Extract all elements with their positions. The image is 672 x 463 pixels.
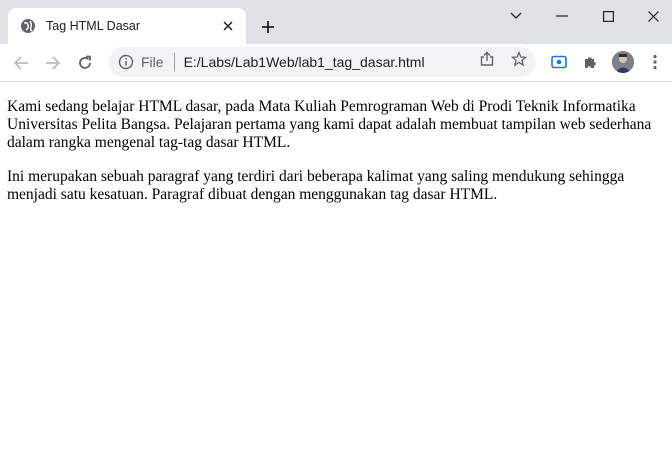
extension-media-icon[interactable] <box>550 53 568 71</box>
title-bar: Tag HTML Dasar <box>0 0 672 44</box>
back-arrow-icon[interactable] <box>10 52 32 74</box>
close-window-icon[interactable] <box>630 0 672 32</box>
info-icon[interactable] <box>118 54 134 70</box>
new-tab-button[interactable] <box>258 17 278 37</box>
address-separator <box>173 53 175 71</box>
minimize-icon[interactable] <box>539 0 585 32</box>
bookmark-star-icon[interactable] <box>511 51 527 67</box>
menu-kebab-icon[interactable] <box>646 53 664 71</box>
paragraph-2: Ini merupakan sebuah paragraf yang terdi… <box>7 168 625 203</box>
file-scheme-label: File <box>141 54 164 70</box>
tab-title: Tag HTML Dasar <box>46 19 141 33</box>
reload-icon[interactable] <box>74 52 96 74</box>
page-content: Kami sedang belajar HTML dasar, pada Mat… <box>0 82 672 204</box>
paragraph-1: Kami sedang belajar HTML dasar, pada Mat… <box>7 98 652 151</box>
profile-avatar[interactable] <box>612 51 634 73</box>
forward-arrow-icon[interactable] <box>42 52 64 74</box>
close-tab-icon[interactable] <box>220 18 236 34</box>
browser-toolbar: File E:/Labs/Lab1Web/lab1_tag_dasar.html <box>0 44 672 82</box>
globe-icon <box>20 18 36 34</box>
share-icon[interactable] <box>479 51 495 67</box>
maximize-icon[interactable] <box>585 0 631 32</box>
browser-tab[interactable]: Tag HTML Dasar <box>8 8 246 44</box>
tab-search-icon[interactable] <box>493 0 539 32</box>
address-bar[interactable]: File E:/Labs/Lab1Web/lab1_tag_dasar.html <box>108 47 536 77</box>
extensions-puzzle-icon[interactable] <box>582 53 600 71</box>
